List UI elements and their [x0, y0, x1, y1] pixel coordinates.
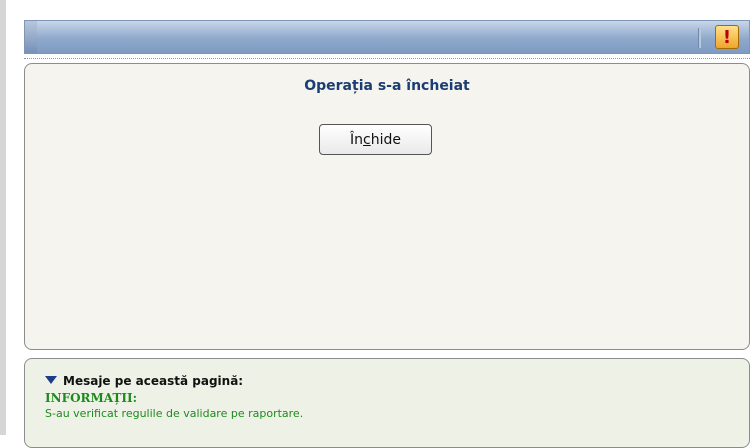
header-separator	[698, 28, 701, 48]
close-button-label-end: hide	[370, 131, 401, 148]
info-message: S-au verificat regulile de validare pe r…	[45, 407, 304, 420]
info-title: INFORMAȚII:	[45, 391, 138, 405]
divider	[24, 58, 750, 59]
close-button-mnemonic: c	[363, 131, 371, 148]
left-frame-edge	[0, 0, 6, 435]
alert-icon[interactable]: !	[715, 25, 739, 49]
messages-header[interactable]: Mesaje pe această pagină:	[45, 374, 243, 388]
close-button-label-start: În	[350, 131, 364, 148]
messages-header-label: Mesaje pe această pagină:	[63, 374, 244, 388]
page-title: Operația s-a încheiat	[304, 78, 470, 94]
collapse-triangle-icon[interactable]	[45, 376, 57, 384]
header-bar: !	[24, 20, 750, 54]
result-panel: Operația s-a încheiat Închide	[24, 63, 750, 350]
header-bar-cap	[25, 21, 37, 53]
close-button[interactable]: Închide	[319, 124, 432, 155]
